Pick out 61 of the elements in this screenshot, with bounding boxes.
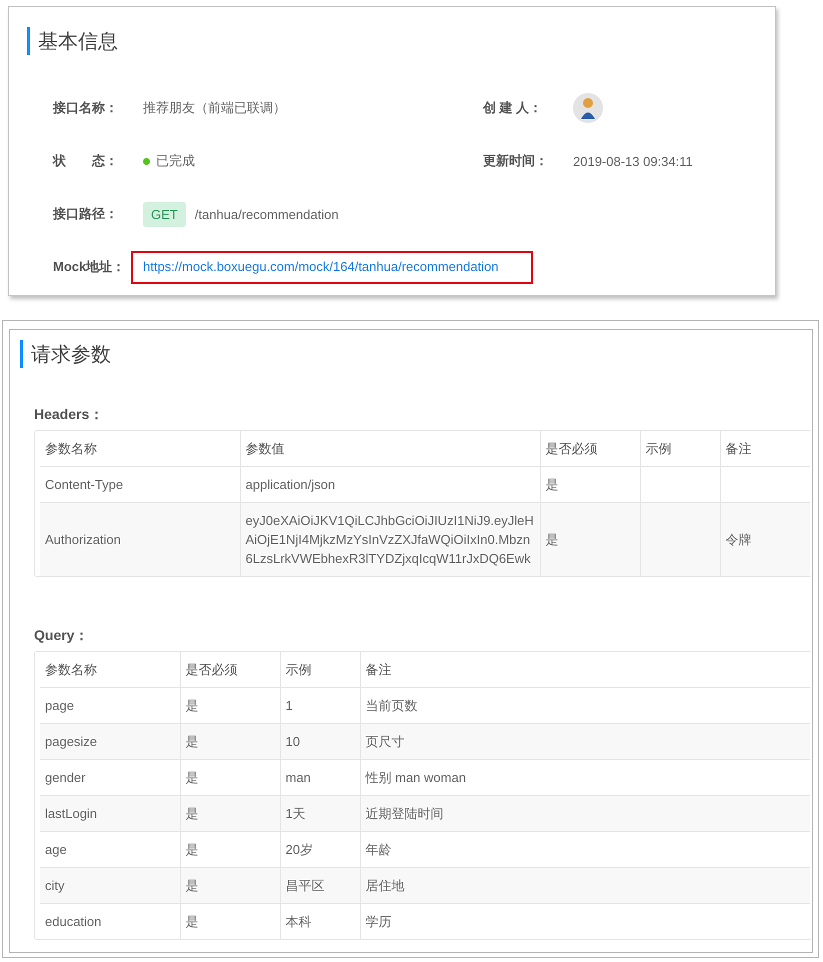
- field-label: 接口名称：: [53, 99, 119, 117]
- table-cell: 是: [186, 806, 198, 821]
- table-cell: 是: [546, 532, 558, 547]
- table-cell: education: [45, 914, 102, 929]
- table-cell: 性别 man woman: [366, 770, 466, 785]
- field-value: 2019-08-13 09:34:11: [573, 154, 693, 168]
- table-title: Query：: [34, 627, 90, 645]
- table-cell: 本科: [286, 914, 312, 929]
- field-value: 推荐朋友（前端已联调）: [143, 99, 286, 117]
- table-cell: eyJ0eXAiOiJKV1QiLCJhbGciOiJIUzI1NiJ9.eyJleHAiOjE1NjI4MjkzMzYsInVzZXJfaWQiOiIxIn0.Mbzn6LzsLrkVWEbhexR3lTYDZjxqIcqW11rJxDQ6Ewk: [246, 513, 534, 566]
- table-cell: age: [45, 842, 67, 857]
- table-cell: gender: [45, 770, 86, 785]
- table-title: Headers：: [34, 406, 104, 424]
- field-label: 更新时间：: [483, 152, 549, 170]
- table-cell: 是: [186, 878, 198, 893]
- section-title: 基本信息: [38, 30, 118, 54]
- column-header: 备注: [726, 441, 752, 456]
- table-cell: Authorization: [45, 532, 121, 547]
- table-cell: man: [286, 770, 311, 785]
- table-cell: 是: [186, 698, 198, 713]
- table-cell: 10: [286, 734, 300, 749]
- field-label: 状 态：: [53, 152, 119, 170]
- table-cell: page: [45, 698, 74, 713]
- column-header: 是否必须: [546, 441, 598, 456]
- mock-url-link[interactable]: https://mock.boxuegu.com/mock/164/tanhua/recommendation: [143, 258, 499, 274]
- table-cell: 页尺寸: [366, 734, 404, 749]
- column-header: 参数名称: [45, 441, 97, 456]
- table-cell: 居住地: [366, 878, 404, 893]
- table-cell: 是: [186, 734, 198, 749]
- column-header: 示例: [286, 662, 312, 677]
- table-cell: city: [45, 878, 64, 893]
- api-path: /tanhua/recommendation: [194, 206, 339, 222]
- field-label: 接口路径：: [53, 205, 119, 223]
- field-label: Mock地址：: [53, 258, 126, 276]
- column-header: 是否必须: [186, 662, 238, 677]
- table-cell: 20岁: [286, 842, 313, 857]
- column-header: 参数值: [246, 441, 284, 456]
- table-cell: lastLogin: [45, 806, 98, 821]
- table-cell: 近期登陆时间: [366, 806, 444, 821]
- column-header: 参数名称: [45, 662, 97, 677]
- column-header: 备注: [366, 662, 392, 677]
- status-text: 已完成: [156, 152, 195, 170]
- table-cell: pagesize: [45, 734, 98, 749]
- section-title: 请求参数: [31, 342, 111, 368]
- table-cell: Content-Type: [45, 477, 124, 492]
- column-header: 示例: [646, 441, 672, 456]
- table-cell: 是: [546, 477, 558, 492]
- method-badge: GET: [143, 202, 186, 226]
- table-cell: 1天: [286, 806, 306, 821]
- field-label: 创 建 人：: [483, 99, 544, 117]
- table-cell: 1: [286, 698, 293, 713]
- table-cell: 昌平区: [286, 878, 324, 893]
- table-cell: 令牌: [726, 532, 752, 547]
- table-cell: 是: [186, 770, 198, 785]
- table-cell: 当前页数: [366, 698, 418, 713]
- table-cell: 是: [186, 842, 198, 857]
- table-cell: 是: [186, 914, 198, 929]
- table-cell: application/json: [246, 477, 336, 492]
- table-cell: 年龄: [366, 842, 392, 857]
- table-cell: 学历: [366, 914, 392, 929]
- avatar-icon: [573, 93, 603, 123]
